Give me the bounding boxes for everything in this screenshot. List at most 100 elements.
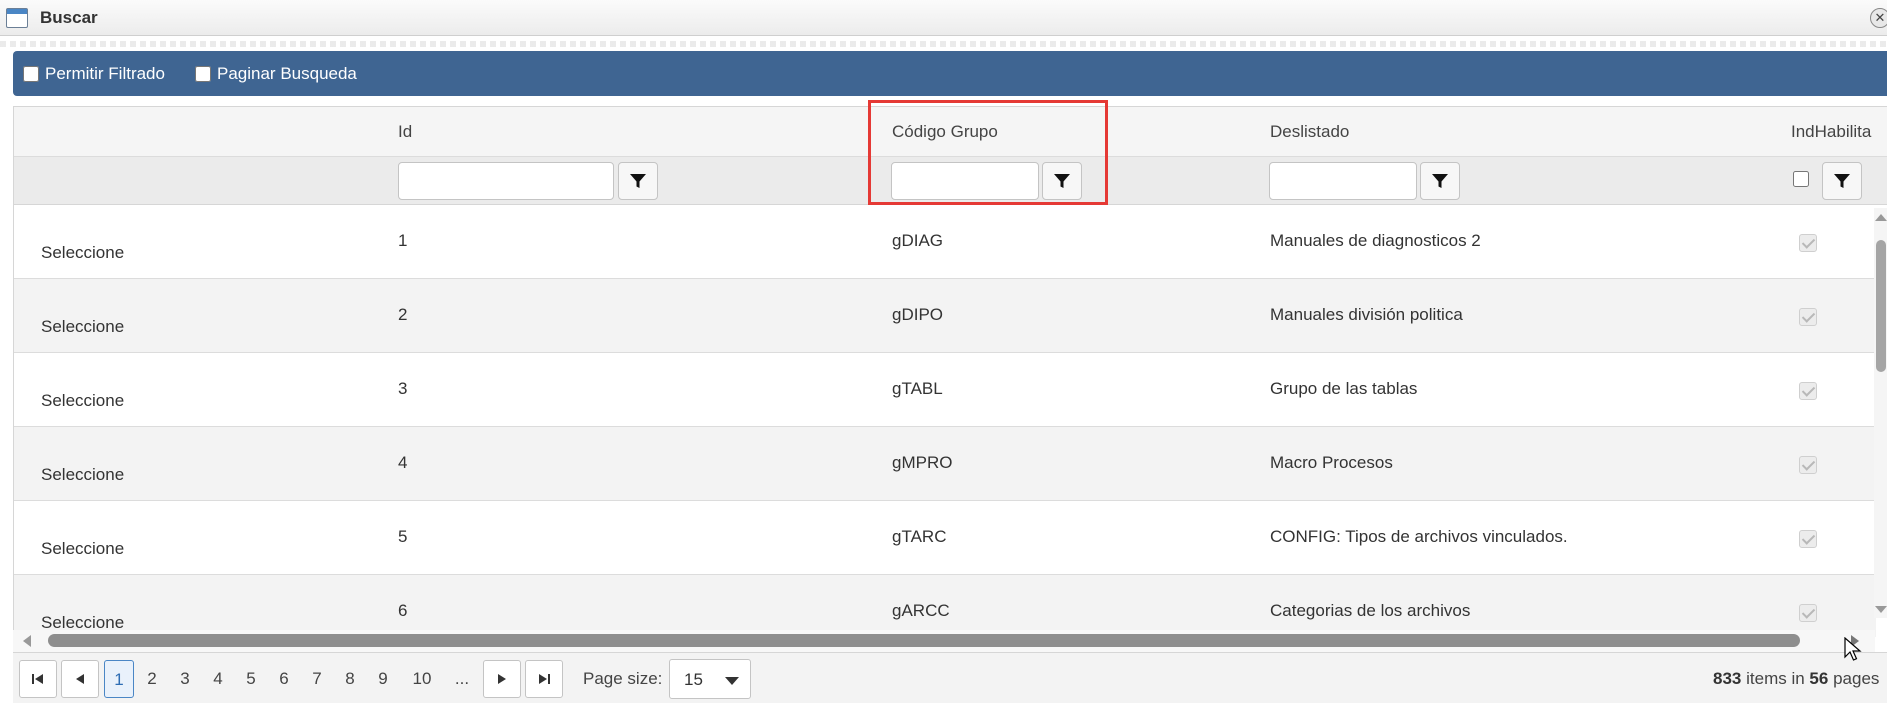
cell-id: 3 xyxy=(398,379,408,398)
grid-header: Id Código Grupo Deslistado IndHabilita xyxy=(14,107,1887,157)
grid-toolbar: Permitir Filtrado Paginar Busqueda xyxy=(13,51,1887,96)
results-grid: Id Código Grupo Deslistado IndHabilita S… xyxy=(13,106,1887,703)
page-3[interactable]: 3 xyxy=(170,660,200,698)
column-header-codigo-grupo[interactable]: Código Grupo xyxy=(892,122,998,142)
cell-codigo-grupo: gMPRO xyxy=(892,453,953,472)
permitir-filtrado-checkbox[interactable] xyxy=(23,66,39,82)
grid-body: Seleccione 1 gDIAG Manuales de diagnosti… xyxy=(14,205,1876,637)
vertical-scrollbar[interactable] xyxy=(1874,208,1887,618)
page-size-select[interactable]: 15 xyxy=(669,659,751,699)
mouse-cursor-icon xyxy=(1844,637,1862,661)
scroll-down-icon[interactable] xyxy=(1875,606,1887,613)
indhabilita-filter-checkbox[interactable] xyxy=(1793,171,1809,187)
page-8[interactable]: 8 xyxy=(335,660,365,698)
page-size-label: Page size: xyxy=(583,669,663,688)
column-header-id[interactable]: Id xyxy=(398,122,412,142)
column-header-indhabilita[interactable]: IndHabilita xyxy=(1791,122,1871,142)
grid-pager: 1 2 3 4 5 6 7 8 9 10 ... Page size: 15 8… xyxy=(13,652,1887,703)
filter-funnel-icon xyxy=(630,174,646,188)
cell-codigo-grupo: gARCC xyxy=(892,601,950,620)
select-link[interactable]: Seleccione xyxy=(41,539,124,559)
cell-codigo-grupo: gTARC xyxy=(892,527,947,546)
cell-deslistado: Categorias de los archivos xyxy=(1270,601,1471,620)
indhabilita-checkbox xyxy=(1799,456,1817,474)
table-row[interactable]: Seleccione 2 gDIPO Manuales división pol… xyxy=(14,279,1876,353)
vertical-scroll-thumb[interactable] xyxy=(1876,240,1886,372)
page-6[interactable]: 6 xyxy=(269,660,299,698)
page-1[interactable]: 1 xyxy=(104,660,134,698)
page-7[interactable]: 7 xyxy=(302,660,332,698)
select-link[interactable]: Seleccione xyxy=(41,243,124,263)
first-page-button[interactable] xyxy=(19,660,57,698)
id-filter-button[interactable] xyxy=(618,162,658,200)
page-2[interactable]: 2 xyxy=(137,660,167,698)
cell-deslistado: Manuales división politica xyxy=(1270,305,1463,324)
select-link[interactable]: Seleccione xyxy=(41,391,124,411)
total-items: 833 xyxy=(1713,669,1742,688)
indhabilita-checkbox xyxy=(1799,234,1817,252)
horizontal-scrollbar[interactable] xyxy=(13,630,1875,652)
indhabilita-checkbox xyxy=(1799,604,1817,622)
chevron-down-icon xyxy=(725,677,739,685)
filter-funnel-icon xyxy=(1432,174,1448,188)
scroll-up-icon[interactable] xyxy=(1875,214,1887,221)
first-page-icon xyxy=(32,674,43,684)
page-4[interactable]: 4 xyxy=(203,660,233,698)
pages-text: pages xyxy=(1833,669,1880,688)
table-row[interactable]: Seleccione 3 gTABL Grupo de las tablas xyxy=(14,353,1876,427)
cell-id: 5 xyxy=(398,527,408,546)
cell-deslistado: Grupo de las tablas xyxy=(1270,379,1418,398)
close-icon[interactable]: ✕ xyxy=(1870,8,1887,28)
cell-codigo-grupo: gDIPO xyxy=(892,305,944,324)
items-in-text: items in xyxy=(1746,669,1805,688)
select-link[interactable]: Seleccione xyxy=(41,465,124,485)
window-title: Buscar xyxy=(40,8,98,27)
permitir-filtrado-label: Permitir Filtrado xyxy=(45,64,165,83)
total-pages: 56 xyxy=(1809,669,1829,688)
pager-info: 833 items in 56 pages xyxy=(1713,669,1879,689)
horizontal-scroll-thumb[interactable] xyxy=(48,634,1800,647)
select-link[interactable]: Seleccione xyxy=(41,317,124,337)
grid-filter-row xyxy=(14,157,1887,205)
filter-funnel-icon xyxy=(1054,174,1070,188)
prev-page-button[interactable] xyxy=(61,660,99,698)
indhabilita-checkbox xyxy=(1799,382,1817,400)
paginar-busqueda-option[interactable]: Paginar Busqueda xyxy=(195,64,357,84)
permitir-filtrado-option[interactable]: Permitir Filtrado xyxy=(23,64,165,84)
table-row[interactable]: Seleccione 6 gARCC Categorias de los arc… xyxy=(14,575,1876,637)
indhabilita-checkbox xyxy=(1799,308,1817,326)
paginar-busqueda-label: Paginar Busqueda xyxy=(217,64,357,83)
table-row[interactable]: Seleccione 1 gDIAG Manuales de diagnosti… xyxy=(14,205,1876,279)
codigo-grupo-filter-button[interactable] xyxy=(1042,162,1082,200)
page-10[interactable]: 10 xyxy=(402,660,442,698)
divider xyxy=(0,41,1887,47)
page-5[interactable]: 5 xyxy=(236,660,266,698)
window-icon xyxy=(6,8,28,28)
page-9[interactable]: 9 xyxy=(368,660,398,698)
cell-id: 6 xyxy=(398,601,408,620)
id-filter-input[interactable] xyxy=(398,162,614,200)
cell-deslistado: CONFIG: Tipos de archivos vinculados. xyxy=(1270,527,1568,546)
table-row[interactable]: Seleccione 5 gTARC CONFIG: Tipos de arch… xyxy=(14,501,1876,575)
page-size-value: 15 xyxy=(684,670,703,689)
table-row[interactable]: Seleccione 4 gMPRO Macro Procesos xyxy=(14,427,1876,501)
paginar-busqueda-checkbox[interactable] xyxy=(195,66,211,82)
column-header-deslistado[interactable]: Deslistado xyxy=(1270,122,1349,142)
scroll-left-icon[interactable] xyxy=(23,635,31,647)
last-page-button[interactable] xyxy=(525,660,563,698)
last-page-icon xyxy=(539,674,550,684)
cell-codigo-grupo: gTABL xyxy=(892,379,943,398)
page-more[interactable]: ... xyxy=(447,660,477,698)
window-titlebar: Buscar ✕ xyxy=(0,0,1887,36)
next-page-button[interactable] xyxy=(483,660,521,698)
deslistado-filter-input[interactable] xyxy=(1269,162,1417,200)
prev-page-icon xyxy=(76,674,84,684)
cell-id: 2 xyxy=(398,305,408,324)
deslistado-filter-button[interactable] xyxy=(1420,162,1460,200)
indhabilita-filter-button[interactable] xyxy=(1822,162,1862,200)
codigo-grupo-filter-input[interactable] xyxy=(891,162,1039,200)
cell-deslistado: Manuales de diagnosticos 2 xyxy=(1270,231,1481,250)
cell-id: 4 xyxy=(398,453,408,472)
indhabilita-checkbox xyxy=(1799,530,1817,548)
cell-deslistado: Macro Procesos xyxy=(1270,453,1393,472)
